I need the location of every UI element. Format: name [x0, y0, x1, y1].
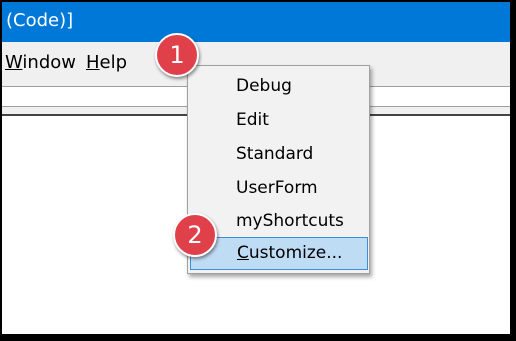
menu-item-userform[interactable]: UserForm	[188, 171, 369, 205]
menu-help[interactable]: Help	[86, 52, 127, 74]
menu-window[interactable]: Window	[5, 52, 76, 74]
menu-window-label: indow	[22, 52, 76, 73]
menu-item-standard[interactable]: Standard	[188, 137, 369, 171]
window-title: (Code)]	[6, 10, 74, 31]
menu-item-customize[interactable]: Customize...	[190, 237, 368, 270]
menu-item-label: Customize...	[237, 238, 342, 269]
menu-item-debug[interactable]: Debug	[188, 69, 369, 103]
menu-help-label: elp	[99, 52, 128, 73]
menu-item-label: myShortcuts	[236, 211, 344, 231]
customize-label: ustomize...	[248, 243, 343, 263]
title-bar[interactable]: (Code)]	[2, 2, 510, 42]
menu-help-accelerator: H	[86, 52, 100, 73]
step-2-callout: 2	[173, 213, 217, 257]
customize-accelerator: C	[237, 243, 249, 263]
step-1-callout: 1	[155, 33, 199, 77]
menu-item-label: UserForm	[236, 178, 318, 198]
menu-item-label: Debug	[236, 76, 292, 96]
menu-item-label: Standard	[236, 144, 314, 164]
screenshot-frame: (Code)] Window Help Debug Edit Standard …	[0, 0, 516, 341]
vbe-window: (Code)] Window Help Debug Edit Standard …	[2, 2, 510, 334]
menu-item-label: Edit	[236, 110, 269, 130]
menu-window-accelerator: W	[5, 52, 23, 73]
menu-item-edit[interactable]: Edit	[188, 103, 369, 137]
